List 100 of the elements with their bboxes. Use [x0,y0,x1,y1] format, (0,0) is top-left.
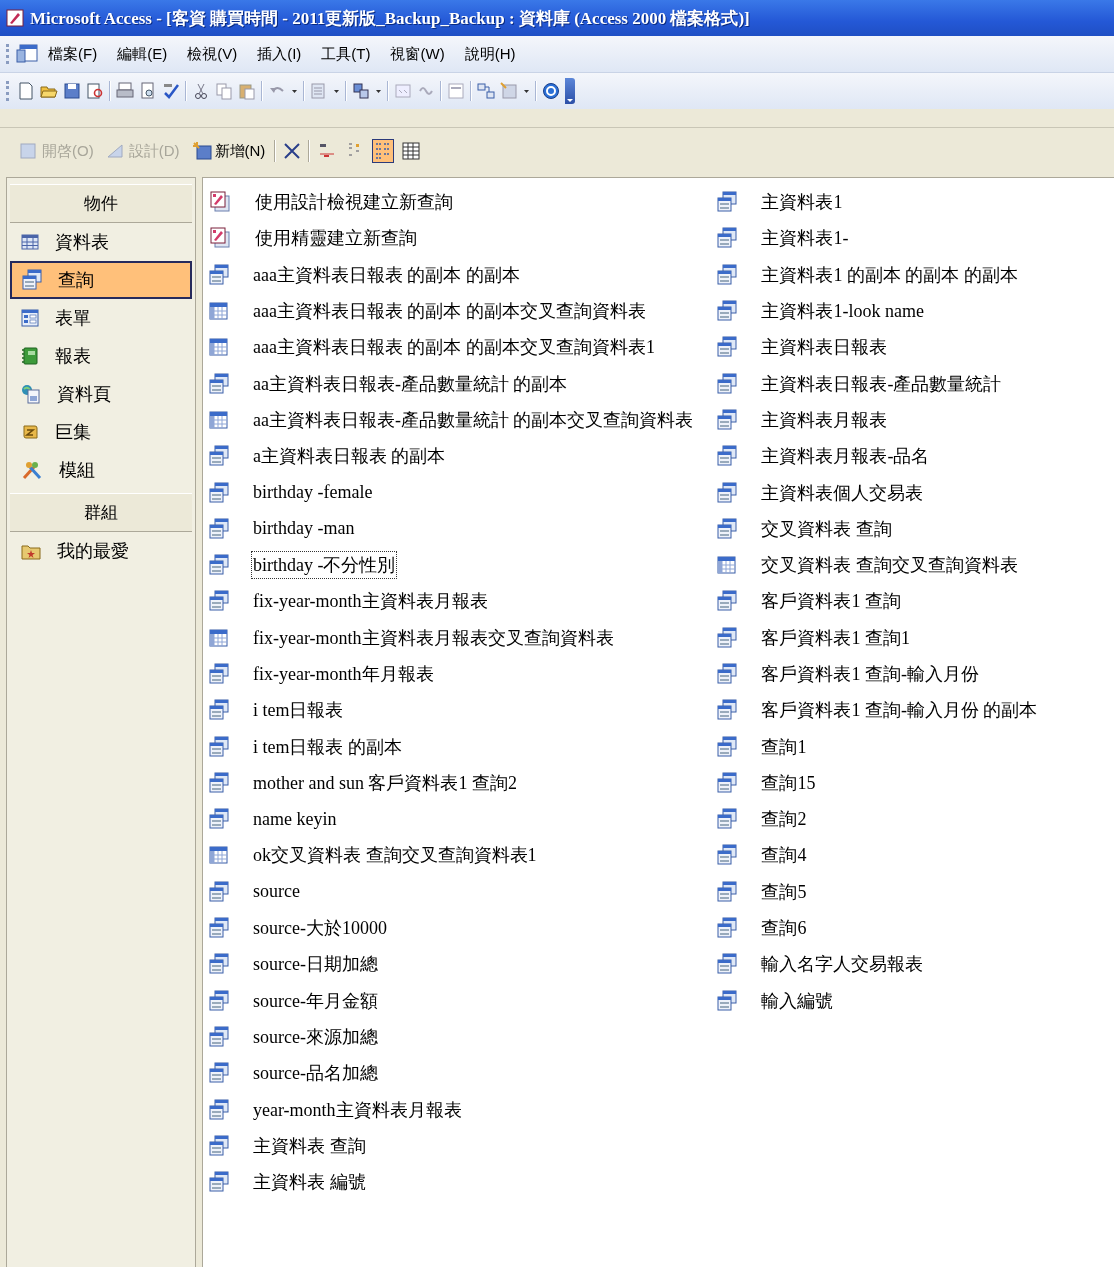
object-item[interactable]: 主資料表1-look name [759,297,926,326]
object-item[interactable]: 客戶資料表1 查詢 [759,587,903,616]
print-icon[interactable] [116,82,134,100]
query-icon [209,663,229,685]
object-type-item[interactable]: 我的最愛 [10,532,192,570]
object-item[interactable]: source-年月金額 [251,986,380,1015]
query-icon [717,263,738,286]
object-type-item[interactable]: 查詢 [10,261,192,299]
help-icon[interactable] [542,82,560,100]
object-item[interactable]: source-大於10000 [251,914,389,943]
pencil-document-icon [209,191,231,214]
object-item[interactable]: 主資料表個人交易表 [759,478,926,507]
object-item[interactable]: 使用精靈建立新查詢 [253,224,419,253]
menu-item[interactable]: 編輯(E) [107,39,178,69]
object-item[interactable]: 查詢1 [759,732,809,761]
query-icon [717,880,738,903]
new-document-icon[interactable] [17,82,35,100]
object-item[interactable]: 主資料表日報表 [759,333,890,362]
query-icon [717,191,738,214]
object-item[interactable]: 主資料表 編號 [251,1168,368,1197]
query-icon [209,735,229,758]
object-item[interactable]: 主資料表月報表 [759,405,890,434]
object-item[interactable]: aa主資料表日報表-產品數量統計 的副本交叉查詢資料表 [251,405,696,434]
object-item[interactable]: 主資料表1 [759,188,845,217]
object-type-item[interactable]: 報表 [10,337,192,375]
object-item[interactable]: source-來源加總 [251,1022,380,1051]
object-item[interactable]: aaa主資料表日報表 的副本 的副本 [251,260,522,289]
document-icon [19,141,39,161]
crosstab-icon [717,555,738,576]
menu-item[interactable]: 檢視(V) [177,39,248,69]
search-document-icon[interactable] [86,82,104,100]
object-item[interactable]: 查詢15 [759,768,818,797]
object-item[interactable]: 交叉資料表 查詢交叉查詢資料表 [759,551,1020,580]
delete-icon[interactable] [282,141,303,161]
query-icon [209,771,229,794]
spelling-icon[interactable] [162,82,180,100]
toolbar-button[interactable]: 新增(N) [188,138,269,164]
object-item[interactable]: ok交叉資料表 查詢交叉查詢資料表1 [251,841,539,870]
object-item[interactable]: name keyin [251,806,339,832]
save-icon[interactable] [63,82,81,100]
query-icon [717,989,738,1012]
object-item[interactable]: source [251,879,302,905]
query-icon [22,269,42,291]
window-icon[interactable] [16,44,38,64]
object-item[interactable]: source-日期加總 [251,950,380,979]
object-item[interactable]: 輸入名字人交易報表 [759,950,926,979]
details-view-icon[interactable] [402,141,421,161]
object-item[interactable]: 輸入編號 [759,986,836,1015]
menu-item[interactable]: 插入(I) [247,39,312,69]
object-item[interactable]: birthday -man [251,516,357,542]
object-item[interactable]: 主資料表1 的副本 的副本 的副本 [759,260,1020,289]
query-icon [717,372,738,395]
section-header: 群組 [10,493,192,532]
object-item[interactable]: 查詢2 [759,805,809,834]
object-item[interactable]: 主資料表 查詢 [251,1131,368,1160]
query-icon [209,880,229,903]
menu-item[interactable]: 檔案(F) [38,39,108,69]
object-type-item[interactable]: 資料頁 [10,375,192,413]
object-item[interactable]: birthday -female [251,480,375,505]
menu-item[interactable]: 說明(H) [454,39,526,69]
object-item[interactable]: 主資料表日報表-產品數量統計 [759,369,1004,398]
relationships-icon[interactable] [477,82,495,100]
object-item[interactable]: year-month主資料表月報表 [251,1095,464,1124]
menu-item[interactable]: 視窗(W) [380,39,455,69]
query-icon [209,699,229,722]
object-item[interactable]: 查詢5 [759,877,809,906]
object-item[interactable]: 客戶資料表1 查詢1 [759,623,912,652]
query-icon [209,808,229,831]
print-preview-icon[interactable] [139,82,157,100]
object-item[interactable]: fix-year-month主資料表月報表交叉查詢資料表 [251,623,616,652]
analyze-icon[interactable] [352,82,370,100]
object-item[interactable]: i tem日報表 [251,696,346,725]
object-item[interactable]: fix-year-month年月報表 [251,660,436,688]
object-type-item[interactable]: 巨集 [10,413,192,451]
query-icon [717,590,738,613]
object-item[interactable]: 客戶資料表1 查詢-輸入月份 [759,660,981,688]
object-item[interactable]: mother and sun 客戶資料表1 查詢2 [251,768,519,797]
object-item[interactable]: fix-year-month主資料表月報表 [251,587,490,616]
object-type-item[interactable]: 模組 [10,451,192,489]
cut-icon[interactable] [192,82,210,100]
object-item[interactable]: 主資料表1- [759,224,851,253]
object-item[interactable]: aa主資料表日報表-產品數量統計 的副本 [251,369,570,398]
object-item[interactable]: a主資料表日報表 的副本 [251,442,448,471]
object-item[interactable]: 查詢6 [759,914,809,943]
object-item[interactable]: birthday -不分性別 [251,551,398,580]
query-icon [717,699,738,722]
object-item[interactable]: aaa主資料表日報表 的副本 的副本交叉查詢資料表1 [251,333,657,362]
object-item[interactable]: 查詢4 [759,841,809,870]
object-item[interactable]: 客戶資料表1 查詢-輸入月份 的副本 [759,696,1040,725]
object-item[interactable]: 交叉資料表 查詢 [759,514,894,543]
object-item[interactable]: aaa主資料表日報表 的副本 的副本交叉查詢資料表 [251,297,648,326]
object-type-item[interactable]: 資料表 [10,223,192,261]
query-icon [209,554,229,577]
object-item[interactable]: i tem日報表 的副本 [251,732,404,761]
object-type-item[interactable]: 表單 [10,299,192,337]
toolbar-options-icon[interactable] [566,96,574,104]
object-item[interactable]: source-品名加總 [251,1059,380,1088]
object-item[interactable]: 使用設計檢視建立新查詢 [253,188,455,217]
object-item[interactable]: 主資料表月報表-品名 [759,442,932,471]
menu-item[interactable]: 工具(T) [311,39,381,69]
